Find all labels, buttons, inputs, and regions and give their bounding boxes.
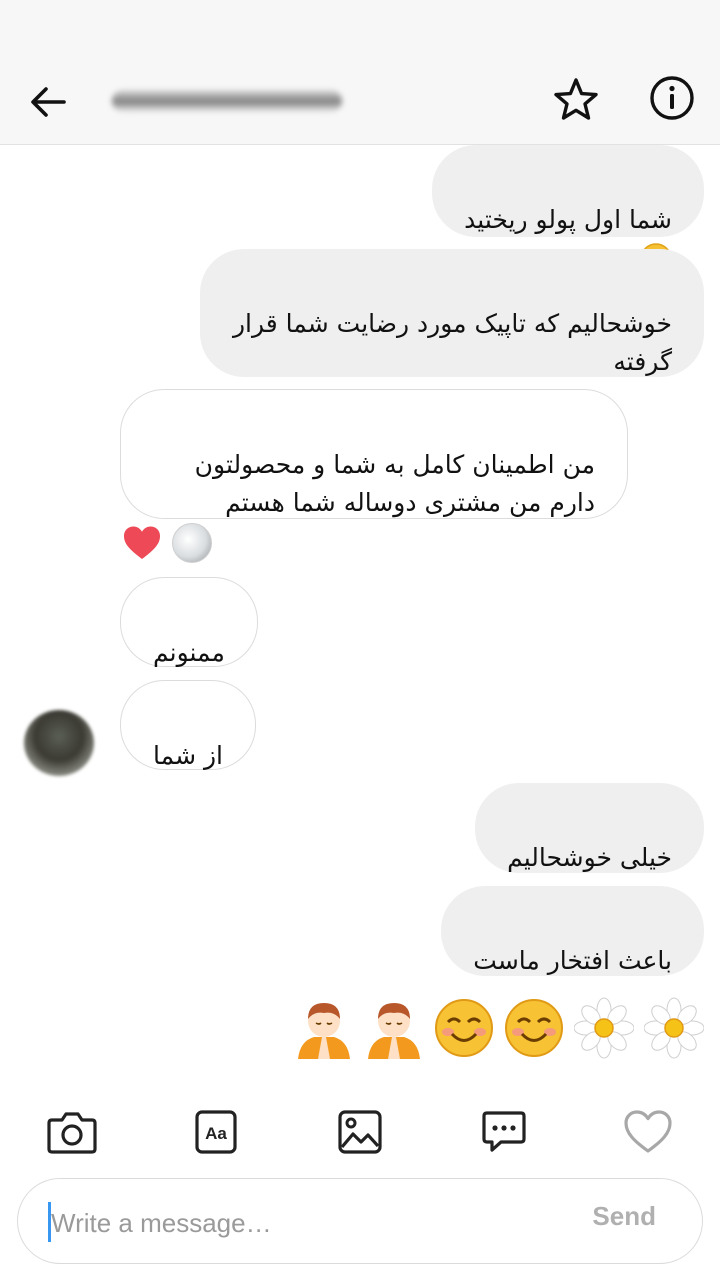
message-text: خیلی خوشحالیم (507, 843, 672, 872)
status-bar (0, 0, 720, 60)
message-text: من اطمینان کامل به شما و محصولتون دارم م… (194, 450, 595, 517)
message-composer: Send (17, 1178, 703, 1264)
contact-name-redacted (112, 90, 342, 112)
praying-boy-emoji (298, 1003, 350, 1059)
message-bubble-outgoing[interactable]: باعث افتخار ماست (441, 886, 704, 976)
message-bubble-outgoing[interactable]: شما اول پولو ریختید (432, 145, 704, 275)
message-text: خوشحالیم که تاپیک مورد رضایت شما قرار گر… (232, 309, 672, 376)
message-reactions[interactable] (122, 523, 212, 563)
info-icon (650, 76, 694, 120)
chat-header (0, 60, 720, 145)
gallery-icon (338, 1110, 382, 1154)
emoji-message[interactable] (294, 997, 704, 1059)
like-button[interactable] (620, 1104, 676, 1160)
message-bubble-incoming[interactable]: من اطمینان کامل به شما و محصولتون دارم م… (120, 389, 628, 519)
message-bubble-outgoing[interactable]: خوشحالیم که تاپیک مورد رضایت شما قرار گر… (200, 249, 704, 377)
quick-reply-icon (482, 1111, 526, 1152)
arrow-left-icon (31, 87, 66, 117)
gallery-button[interactable] (332, 1104, 388, 1160)
star-icon (554, 78, 598, 120)
message-text: باعث افتخار ماست (473, 946, 672, 975)
info-button[interactable] (646, 72, 698, 124)
message-text: ممنونم (153, 638, 225, 667)
smiling-face-emoji (435, 999, 493, 1057)
message-text: شما اول پولو ریختید (464, 205, 672, 234)
heart-outline-icon (624, 1110, 672, 1153)
send-button[interactable]: Send (592, 1201, 656, 1232)
star-button[interactable] (548, 72, 604, 128)
camera-button[interactable] (44, 1104, 100, 1160)
smiling-face-emoji (505, 999, 563, 1057)
message-bubble-incoming[interactable]: از شما (120, 680, 256, 770)
praying-boy-emoji (368, 1003, 420, 1059)
text-style-button[interactable]: Aa (188, 1104, 244, 1160)
text-style-icon: Aa (195, 1110, 237, 1154)
message-input[interactable] (49, 1199, 573, 1247)
composer-toolbar: Aa (0, 1094, 720, 1170)
heart-icon (124, 526, 160, 559)
daisy-emoji (644, 997, 704, 1059)
sender-avatar[interactable] (24, 710, 94, 776)
back-button[interactable] (22, 76, 74, 128)
camera-icon (47, 1112, 97, 1154)
quick-reply-button[interactable] (476, 1104, 532, 1160)
text-style-label: Aa (205, 1124, 227, 1143)
message-bubble-incoming[interactable]: ممنونم (120, 577, 258, 667)
message-text: از شما (153, 741, 223, 770)
message-list[interactable]: شما اول پولو ریختید خوشحالیم که تاپیک مو… (0, 145, 720, 1080)
daisy-emoji (574, 997, 634, 1059)
message-bubble-outgoing[interactable]: خیلی خوشحالیم (475, 783, 704, 873)
reactor-avatar (172, 523, 212, 563)
